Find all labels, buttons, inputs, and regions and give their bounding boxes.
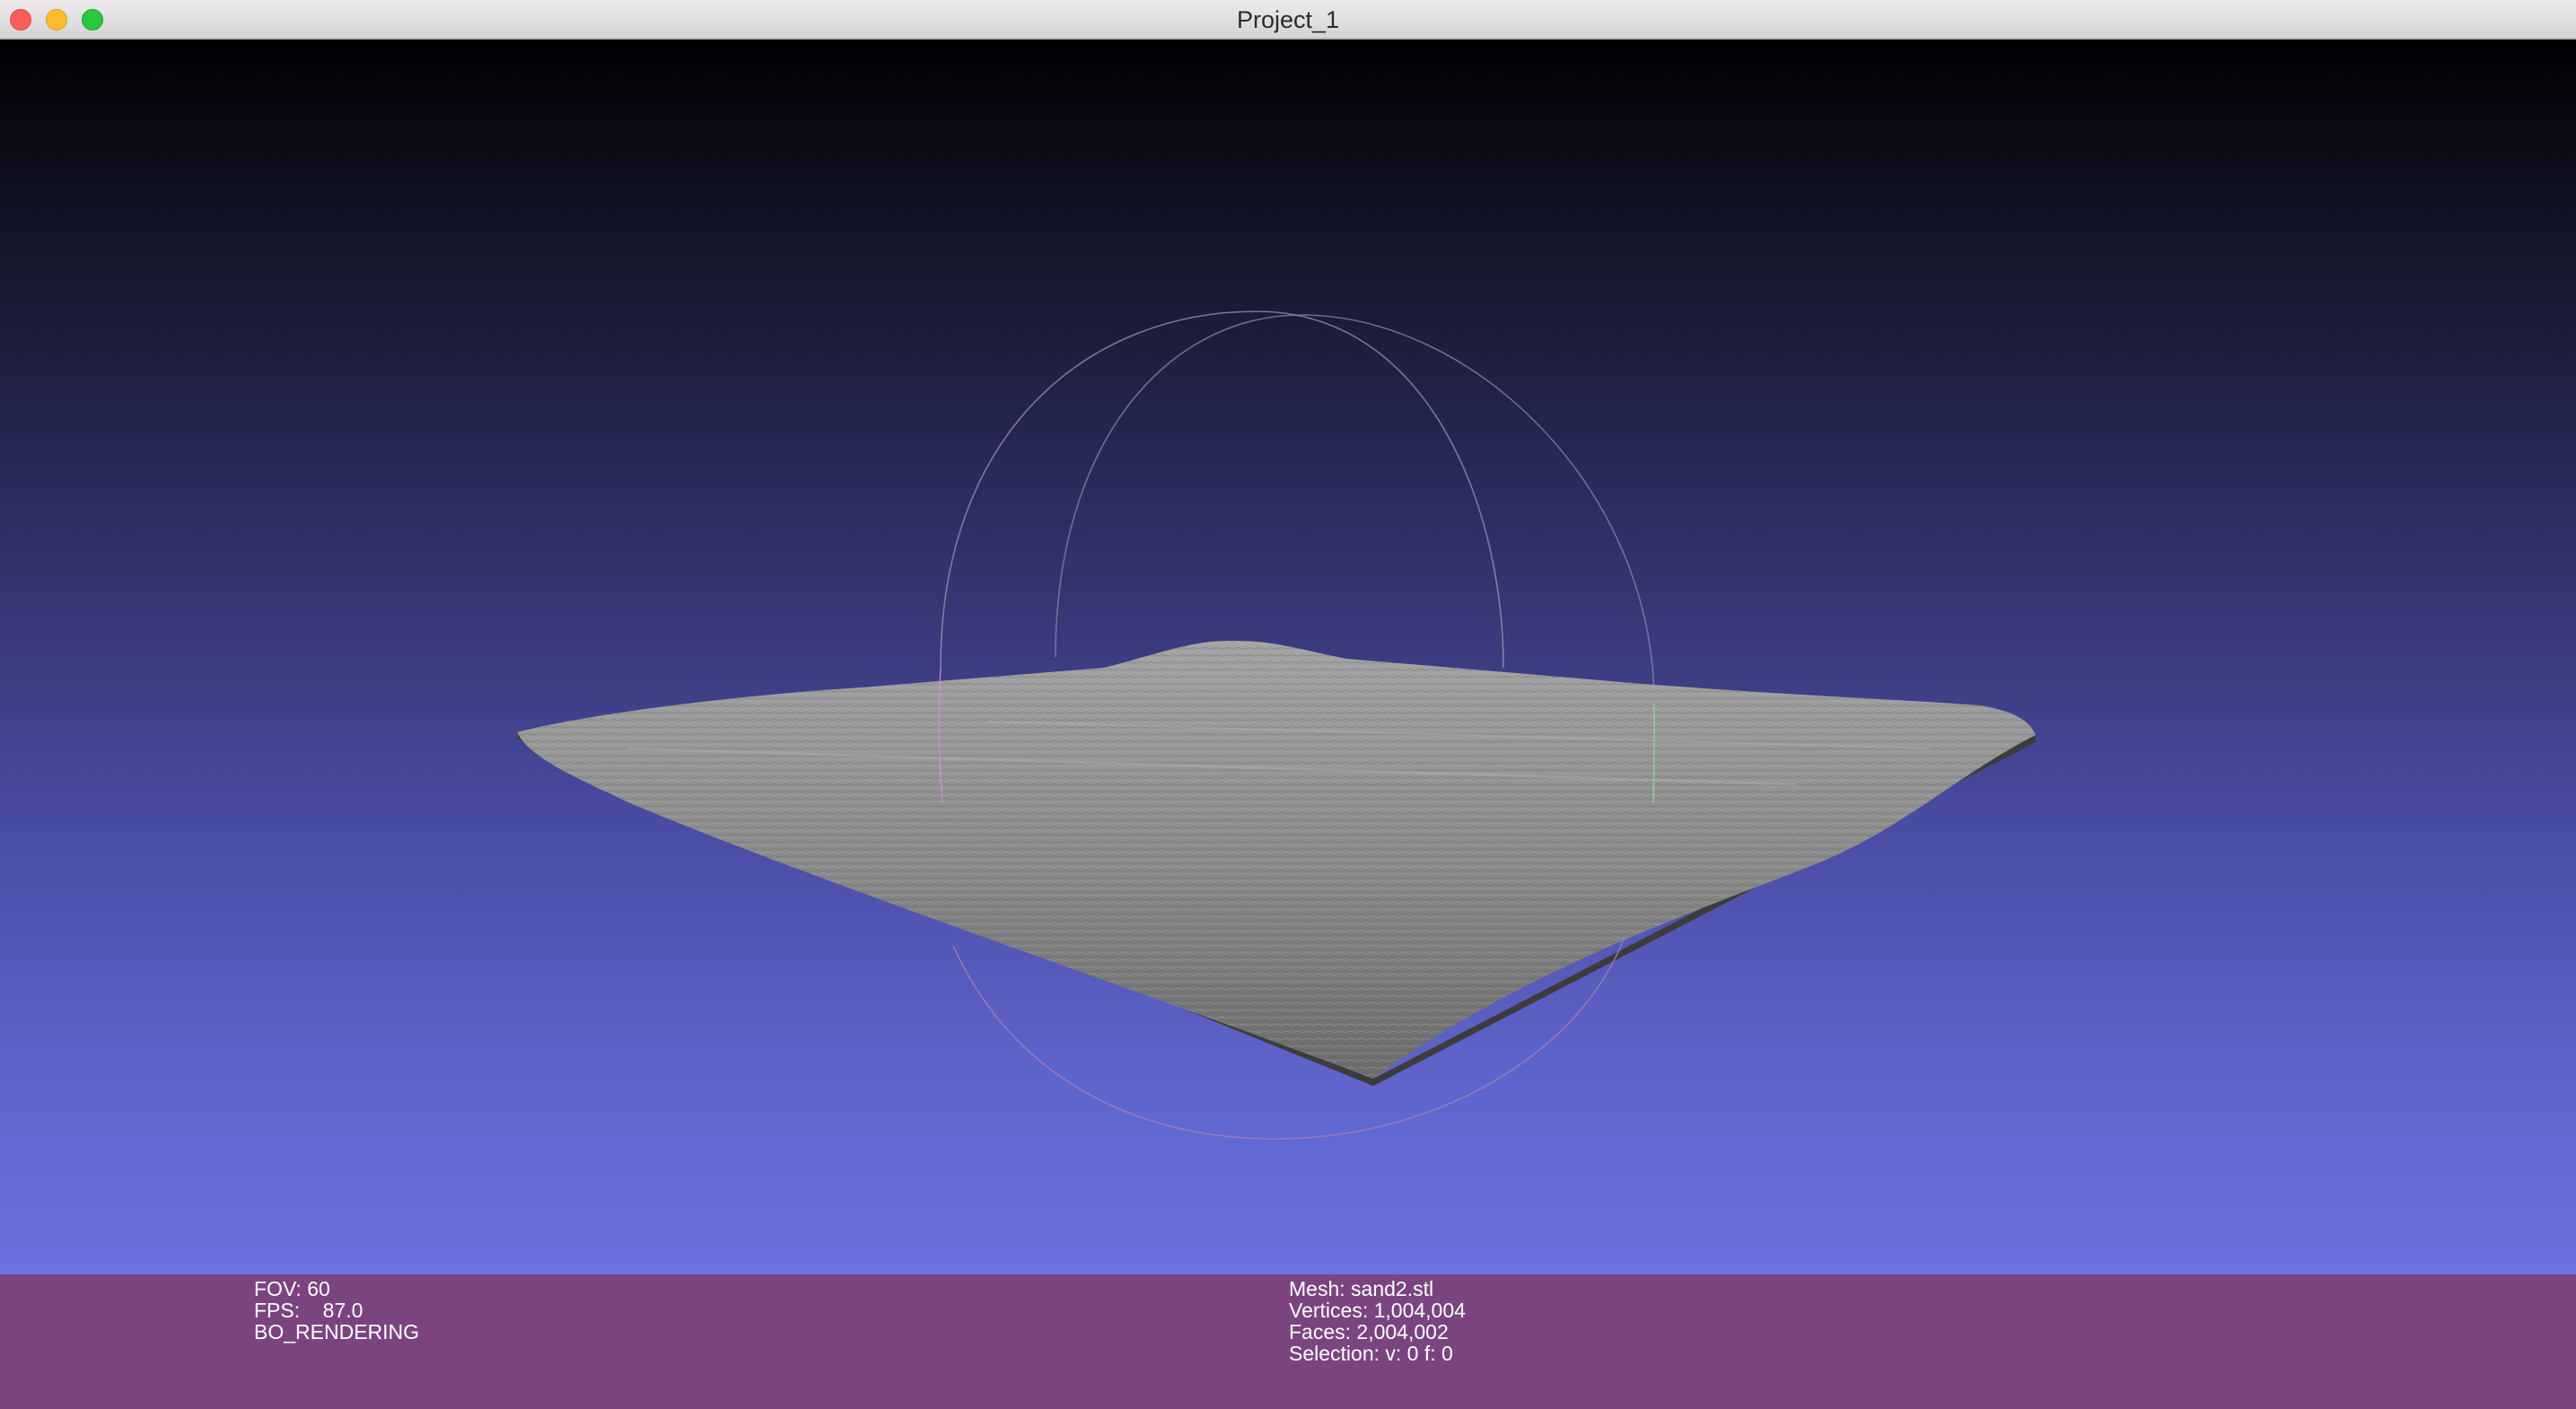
fps-readout: FPS: 87.0 [254, 1299, 364, 1322]
render-mode-readout: BO_RENDERING [254, 1320, 420, 1343]
vertices-readout: Vertices: 1,004,004 [1289, 1299, 1466, 1322]
selection-readout: Selection: v: 0 f: 0 [1289, 1342, 1453, 1365]
trackball-gizmo[interactable] [940, 311, 1655, 704]
trackball-ring-back-2 [1055, 314, 1655, 704]
mesh-texture [517, 640, 2036, 1079]
scene-canvas[interactable] [0, 39, 2576, 1274]
fov-readout: FOV: 60 [254, 1277, 330, 1300]
app-window: Project_1 FOV: 60 FPS: 87.0 BO_RENDERING… [0, 0, 2576, 1409]
mesh-name-readout: Mesh: sand2.stl [1289, 1277, 1434, 1300]
window-title: Project_1 [1236, 6, 1340, 33]
render-info: FOV: 60 FPS: 87.0 BO_RENDERING [254, 1278, 419, 1343]
status-info-bar: FOV: 60 FPS: 87.0 BO_RENDERING Mesh: san… [0, 1274, 2576, 1409]
mesh-info: Mesh: sand2.stl Vertices: 1,004,004 Face… [1289, 1278, 1466, 1364]
faces-readout: Faces: 2,004,002 [1289, 1320, 1449, 1343]
3d-viewport[interactable] [0, 39, 2576, 1274]
title-bar[interactable]: Project_1 [0, 0, 2576, 39]
terrain-mesh[interactable] [517, 640, 2036, 1086]
trackball-ring-back [940, 311, 1504, 669]
